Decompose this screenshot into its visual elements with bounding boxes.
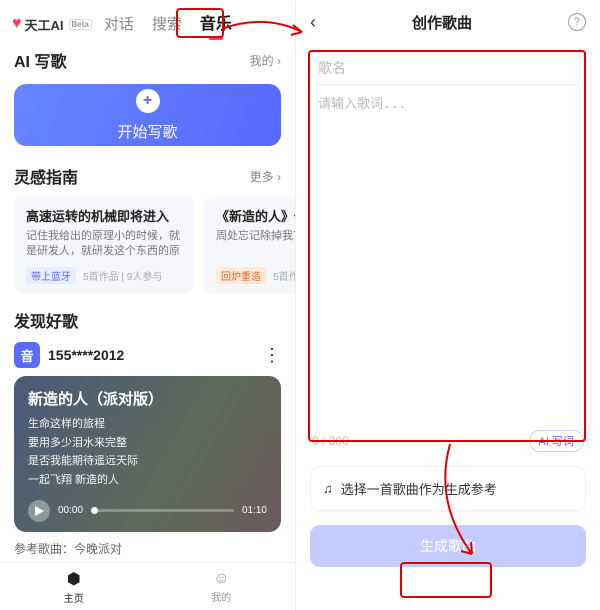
ai-write-chip[interactable]: AI 写词: [529, 430, 584, 452]
reference-picker[interactable]: ♫ 选择一首歌曲作为生成参考: [310, 466, 586, 511]
player: 00:00 01:10: [28, 500, 267, 522]
lyrics-input[interactable]: [312, 89, 584, 419]
reference-row: 参考歌曲：今晚派对: [0, 532, 295, 557]
lyric-line: 一起飞翔 新造的人: [28, 471, 267, 490]
song-username: 155****2012: [48, 347, 255, 363]
tab-search[interactable]: 搜索: [152, 13, 182, 38]
music-note-icon: ♫: [323, 481, 333, 496]
tab-chat[interactable]: 对话: [104, 13, 134, 38]
card-tag: 回炉重造: [216, 267, 266, 284]
play-button[interactable]: [28, 500, 50, 522]
play-icon: [35, 506, 44, 516]
card-tag: 带上蓝牙: [26, 267, 76, 284]
tab-music[interactable]: 音乐: [200, 10, 232, 38]
compose-title: 创作歌曲: [412, 12, 472, 33]
inspiration-title: 灵感指南: [14, 164, 78, 188]
plus-icon: +: [136, 89, 160, 113]
avatar: 音: [14, 342, 40, 368]
reference-label: 参考歌曲：: [14, 542, 74, 556]
top-bar: ♥ 天工AI Beta 对话 搜索 音乐: [0, 0, 295, 44]
nav-mine[interactable]: ☺ 我的: [211, 570, 231, 604]
brand-logo: ♥ 天工AI Beta: [12, 15, 92, 34]
time-current: 00:00: [58, 505, 83, 516]
face-icon: ☺: [213, 570, 229, 588]
start-writing-label: 开始写歌: [117, 121, 177, 142]
progress-bar[interactable]: [91, 509, 234, 512]
brand-name: 天工AI: [25, 15, 64, 34]
lyric-line: 是否我能期待遥远天际: [28, 452, 267, 471]
card-title: 高速运转的机械即将进入: [26, 206, 182, 225]
time-total: 01:10: [242, 505, 267, 516]
inspiration-card[interactable]: 高速运转的机械即将进入 记住我给出的原理小的时候，就是研发人，就研发这个东西的原…: [14, 196, 194, 294]
top-tabs: 对话 搜索 音乐: [104, 10, 232, 38]
compose-box: [310, 50, 586, 424]
inspiration-header: 灵感指南 更多 ›: [0, 160, 295, 196]
song-title: 新造的人（派对版）: [28, 388, 267, 409]
card-meta: 5首作品 | 9人参与: [83, 272, 162, 283]
compose-topbar: ‹ 创作歌曲 ?: [296, 0, 600, 44]
card-body: 记住我给出的原理小的时候，就是研发人，就研发这个东西的原理: [26, 229, 182, 259]
reference-picker-label: 选择一首歌曲作为生成参考: [341, 479, 497, 498]
divider: [316, 84, 580, 85]
char-counter: 0 / 300: [312, 434, 349, 448]
start-writing-button[interactable]: + 开始写歌: [14, 84, 281, 146]
ai-write-mine-link[interactable]: 我的 ›: [250, 52, 281, 69]
inspiration-card[interactable]: 《新造的人》但是 周处忘记除掉我？那我…… 回炉重造 5首作品: [204, 196, 295, 294]
card-title: 《新造的人》但是: [216, 206, 295, 225]
heart-icon: ♥: [12, 16, 22, 32]
reference-value: 今晚派对: [74, 542, 122, 556]
back-button[interactable]: ‹: [310, 12, 316, 33]
card-meta: 5首作品: [273, 272, 295, 283]
ai-write-title: AI 写歌: [14, 48, 66, 72]
lyric-line: 要用多少泪水来完整: [28, 434, 267, 453]
song-header: 音 155****2012 ⋮: [0, 340, 295, 376]
song-name-input[interactable]: [312, 50, 584, 84]
inspiration-cards: 高速运转的机械即将进入 记住我给出的原理小的时候，就是研发人，就研发这个东西的原…: [0, 196, 295, 308]
discover-title: 发现好歌: [14, 308, 78, 332]
right-pane: ‹ 创作歌曲 ? 0 / 300 AI 写词 ♫ 选择一首歌曲作为生成参考 生成…: [296, 0, 600, 610]
card-body: 周处忘记除掉我？那我……: [216, 229, 295, 259]
help-icon[interactable]: ?: [568, 13, 586, 31]
brand-badge: Beta: [69, 19, 92, 30]
discover-header: 发现好歌: [0, 308, 295, 340]
song-card[interactable]: 新造的人（派对版） 生命这样的旅程 要用多少泪水来完整 是否我能期待遥远天际 一…: [14, 376, 281, 532]
inspiration-more-link[interactable]: 更多 ›: [250, 168, 281, 185]
nav-home-label: 主页: [64, 590, 84, 605]
generate-label: 生成歌曲: [420, 536, 476, 556]
bottom-nav: ⬢ 主页 ☺ 我的: [0, 562, 295, 610]
nav-home[interactable]: ⬢ 主页: [64, 569, 84, 605]
compose-footer: 0 / 300 AI 写词: [312, 430, 584, 452]
generate-button[interactable]: 生成歌曲: [310, 525, 586, 567]
song-more-icon[interactable]: ⋮: [263, 345, 281, 366]
left-pane: ♥ 天工AI Beta 对话 搜索 音乐 AI 写歌 我的 › + 开始写歌 灵…: [0, 0, 296, 610]
ai-write-header: AI 写歌 我的 ›: [0, 44, 295, 80]
home-icon: ⬢: [67, 569, 81, 589]
nav-mine-label: 我的: [211, 589, 231, 604]
song-lyrics: 生命这样的旅程 要用多少泪水来完整 是否我能期待遥远天际 一起飞翔 新造的人: [28, 415, 267, 490]
lyric-line: 生命这样的旅程: [28, 415, 267, 434]
